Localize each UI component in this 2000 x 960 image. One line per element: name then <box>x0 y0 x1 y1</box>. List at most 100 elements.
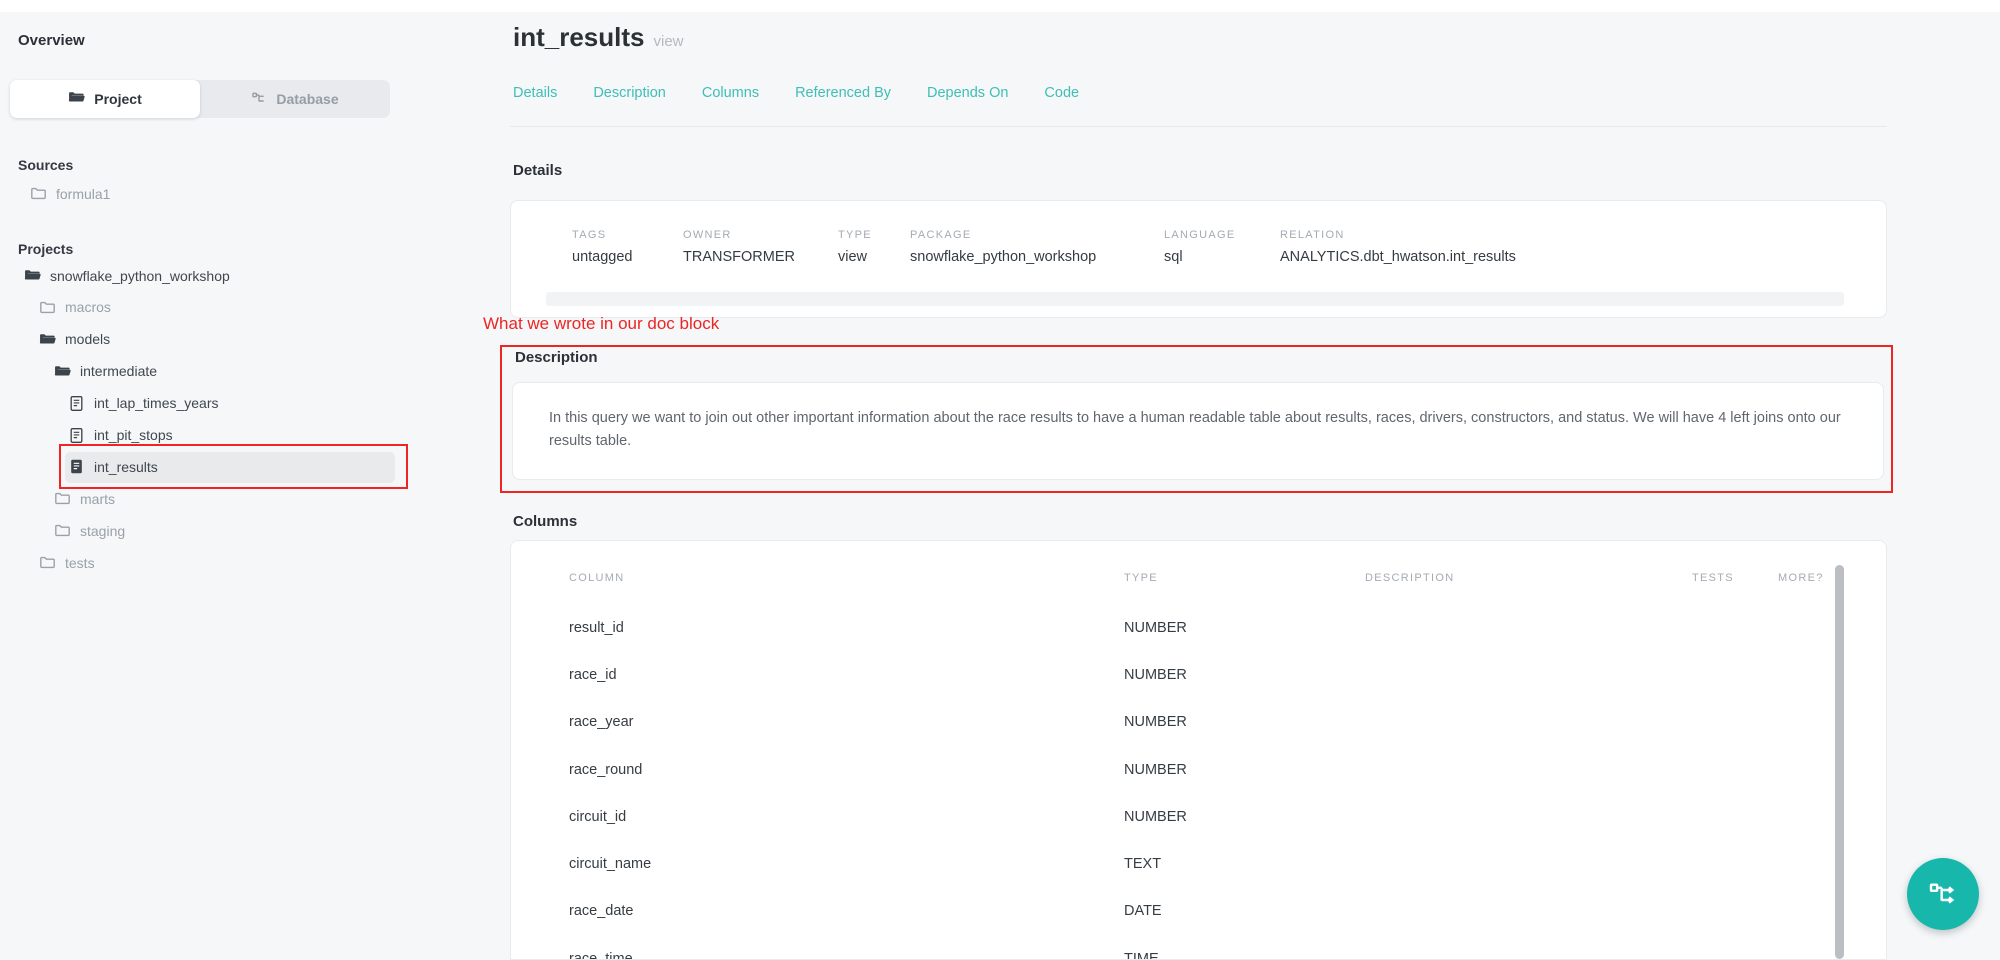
sidebar-item-label: int_lap_times_years <box>94 395 219 411</box>
column-name: race_date <box>569 903 1124 919</box>
page-title: int_resultsview <box>513 22 684 53</box>
column-type: DATE <box>1124 903 1365 919</box>
tab-details[interactable]: Details <box>513 85 557 101</box>
detail-field-label: LANGUAGE <box>1164 229 1280 241</box>
tab-code[interactable]: Code <box>1044 85 1079 101</box>
lineage-graph-button[interactable] <box>1907 858 1979 930</box>
columns-card: COLUMNTYPEDESCRIPTIONTESTSMORE? result_i… <box>510 540 1887 960</box>
sidebar-item-macros[interactable]: macros <box>39 292 111 323</box>
overview-heading: Overview <box>18 32 85 49</box>
detail-field-value: TRANSFORMER <box>683 249 838 265</box>
detail-field-label: TYPE <box>838 229 910 241</box>
model-name: int_results <box>513 22 645 52</box>
tab-divider <box>510 126 1887 127</box>
sidebar-item-staging[interactable]: staging <box>54 515 125 546</box>
table-row-race_year[interactable]: race_yearNUMBER <box>569 699 1839 746</box>
column-name: race_year <box>569 714 1124 730</box>
column-name: circuit_id <box>569 809 1124 825</box>
tab-description[interactable]: Description <box>593 85 666 101</box>
detail-field-label: TAGS <box>572 229 683 241</box>
folder-closed-icon <box>54 490 71 507</box>
table-row-circuit_name[interactable]: circuit_nameTEXT <box>569 840 1839 887</box>
sidebar-item-tests[interactable]: tests <box>39 547 95 578</box>
sidebar-item-label: models <box>65 331 110 347</box>
detail-field-language: LANGUAGE sql <box>1164 229 1280 265</box>
column-header-more: MORE? <box>1778 572 1839 584</box>
table-row-result_id[interactable]: result_idNUMBER <box>569 604 1839 651</box>
detail-field-value: ANALYTICS.dbt_hwatson.int_results <box>1280 249 1516 265</box>
sources-heading: Sources <box>18 157 73 173</box>
detail-field-label: OWNER <box>683 229 838 241</box>
detail-field-label: PACKAGE <box>910 229 1164 241</box>
detail-field-value: view <box>838 249 910 265</box>
column-type: NUMBER <box>1124 762 1365 778</box>
view-toggle: Project Database <box>10 80 390 118</box>
table-row-race_id[interactable]: race_idNUMBER <box>569 651 1839 698</box>
sidebar-item-snowflake_python_workshop[interactable]: snowflake_python_workshop <box>24 260 230 291</box>
sidebar-item-int_results[interactable]: int_results <box>68 451 158 482</box>
table-row-circuit_id[interactable]: circuit_idNUMBER <box>569 793 1839 840</box>
column-type: NUMBER <box>1124 667 1365 683</box>
annotation-text: What we wrote in our doc block <box>483 314 719 334</box>
project-toggle-label: Project <box>94 91 141 107</box>
sidebar-item-marts[interactable]: marts <box>54 483 115 514</box>
folder-open-icon <box>39 331 56 348</box>
table-row-race_round[interactable]: race_roundNUMBER <box>569 746 1839 793</box>
sidebar-item-label: int_pit_stops <box>94 427 173 443</box>
file-outline-icon <box>68 427 85 444</box>
lineage-graph-icon <box>1927 878 1959 910</box>
sidebar-item-label: intermediate <box>80 363 157 379</box>
column-name: race_id <box>569 667 1124 683</box>
column-type: NUMBER <box>1124 620 1365 636</box>
detail-field-value: untagged <box>572 249 683 265</box>
folder-closed-icon <box>30 185 47 202</box>
project-toggle-button[interactable]: Project <box>10 80 200 118</box>
detail-field-value: sql <box>1164 249 1280 265</box>
details-card: TAGS untaggedOWNER TRANSFORMERTYPE viewPACK… <box>510 200 1887 318</box>
table-scrollbar[interactable] <box>1835 565 1844 959</box>
folder-open-icon <box>24 267 41 284</box>
tab-columns[interactable]: Columns <box>702 85 759 101</box>
column-name: circuit_name <box>569 856 1124 872</box>
sidebar-item-label: formula1 <box>56 186 110 202</box>
columns-heading: Columns <box>513 513 577 530</box>
column-header-description: DESCRIPTION <box>1365 572 1692 584</box>
detail-field-package: PACKAGE snowflake_python_workshop <box>910 229 1164 265</box>
folder-closed-icon <box>39 554 56 571</box>
table-row-race_time[interactable]: race_timeTIME <box>569 935 1839 960</box>
top-strip <box>0 0 2000 12</box>
column-name: result_id <box>569 620 1124 636</box>
folder-open-icon <box>68 89 85 109</box>
columns-table-body: result_idNUMBERrace_idNUMBERrace_yearNUM… <box>569 604 1839 960</box>
description-card: In this query we want to join out other … <box>512 382 1884 480</box>
column-header-column: COLUMN <box>569 572 1124 584</box>
detail-field-value: snowflake_python_workshop <box>910 249 1164 265</box>
file-filled-icon <box>68 458 85 475</box>
detail-field-owner: OWNER TRANSFORMER <box>683 229 838 265</box>
sidebar-item-label: int_results <box>94 459 158 475</box>
sidebar-item-intermediate[interactable]: intermediate <box>54 356 157 387</box>
sidebar-item-label: marts <box>80 491 115 507</box>
sidebar-item-label: macros <box>65 299 111 315</box>
table-row-race_date[interactable]: race_dateDATE <box>569 888 1839 935</box>
description-text: In this query we want to join out other … <box>549 407 1849 453</box>
detail-field-label: RELATION <box>1280 229 1516 241</box>
column-type: TEXT <box>1124 856 1365 872</box>
database-toggle-button[interactable]: Database <box>200 80 390 118</box>
sidebar-item-formula1[interactable]: formula1 <box>30 178 110 209</box>
sidebar-item-int_lap_times_years[interactable]: int_lap_times_years <box>68 388 219 419</box>
folder-closed-icon <box>54 522 71 539</box>
tab-referenced-by[interactable]: Referenced By <box>795 85 891 101</box>
sidebar-item-int_pit_stops[interactable]: int_pit_stops <box>68 420 173 451</box>
detail-field-type: TYPE view <box>838 229 910 265</box>
detail-field-relation: RELATION ANALYTICS.dbt_hwatson.int_result… <box>1280 229 1516 265</box>
column-type: NUMBER <box>1124 809 1365 825</box>
tab-depends-on[interactable]: Depends On <box>927 85 1008 101</box>
sidebar-item-label: snowflake_python_workshop <box>50 268 230 284</box>
details-fields: TAGS untaggedOWNER TRANSFORMERTYPE viewPACK… <box>572 229 1516 265</box>
details-collapsed-strip[interactable] <box>546 292 1844 306</box>
folder-open-icon <box>54 363 71 380</box>
column-name: race_round <box>569 762 1124 778</box>
sidebar-item-models[interactable]: models <box>39 324 110 355</box>
database-tree-icon <box>251 90 267 109</box>
